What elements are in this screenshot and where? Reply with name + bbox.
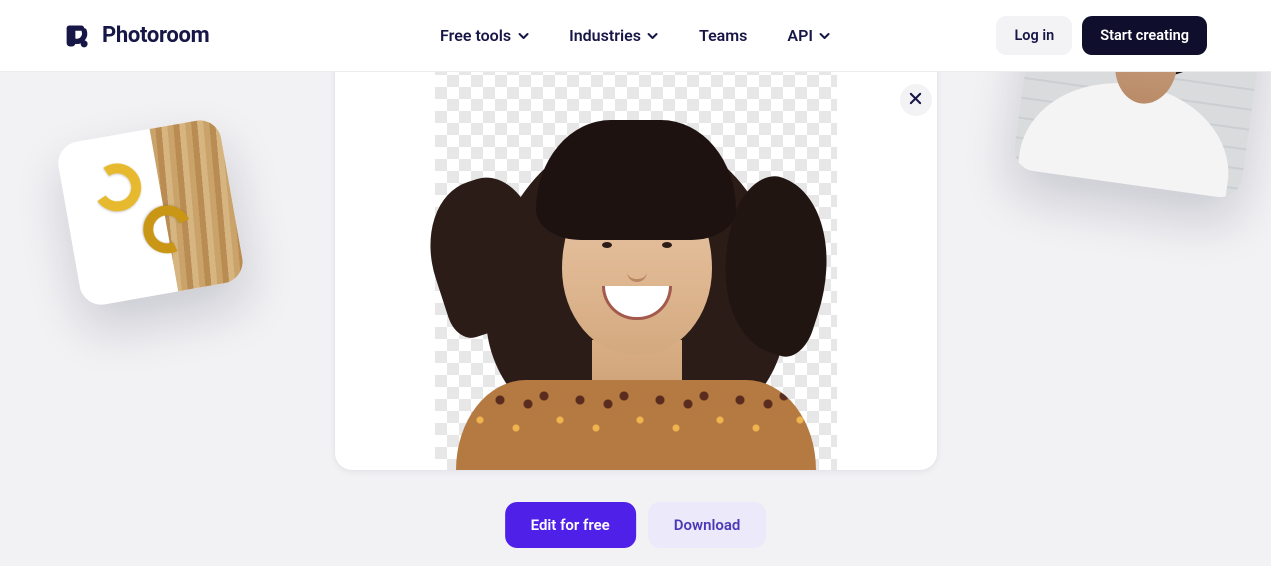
chevron-down-icon (517, 30, 529, 42)
header-actions: Log in Start creating (996, 16, 1207, 55)
example-thumbnail-left (55, 117, 246, 308)
close-button[interactable] (900, 84, 932, 116)
site-header: Photoroom Free tools Industries Teams AP… (0, 0, 1271, 72)
subject-cutout (436, 50, 836, 470)
chevron-down-icon (647, 30, 659, 42)
nav-label: Free tools (440, 26, 511, 45)
login-button[interactable]: Log in (996, 16, 1072, 55)
edit-for-free-button[interactable]: Edit for free (505, 502, 636, 548)
primary-nav: Free tools Industries Teams API (440, 26, 831, 45)
brand-name: Photoroom (102, 23, 209, 48)
close-icon (909, 92, 922, 108)
nav-industries[interactable]: Industries (569, 26, 659, 45)
start-creating-button[interactable]: Start creating (1082, 16, 1207, 55)
nav-free-tools[interactable]: Free tools (440, 26, 529, 45)
chevron-down-icon (819, 30, 831, 42)
nav-label: Industries (569, 26, 641, 45)
download-button[interactable]: Download (648, 502, 767, 548)
nav-label: Teams (699, 26, 747, 45)
brand-logo[interactable]: Photoroom (64, 22, 209, 50)
nav-teams[interactable]: Teams (699, 26, 747, 45)
brand-logo-icon (64, 22, 92, 50)
nav-label: API (787, 26, 813, 45)
result-actions: Edit for free Download (505, 502, 767, 548)
result-preview-card (334, 2, 938, 471)
nav-api[interactable]: API (787, 26, 831, 45)
